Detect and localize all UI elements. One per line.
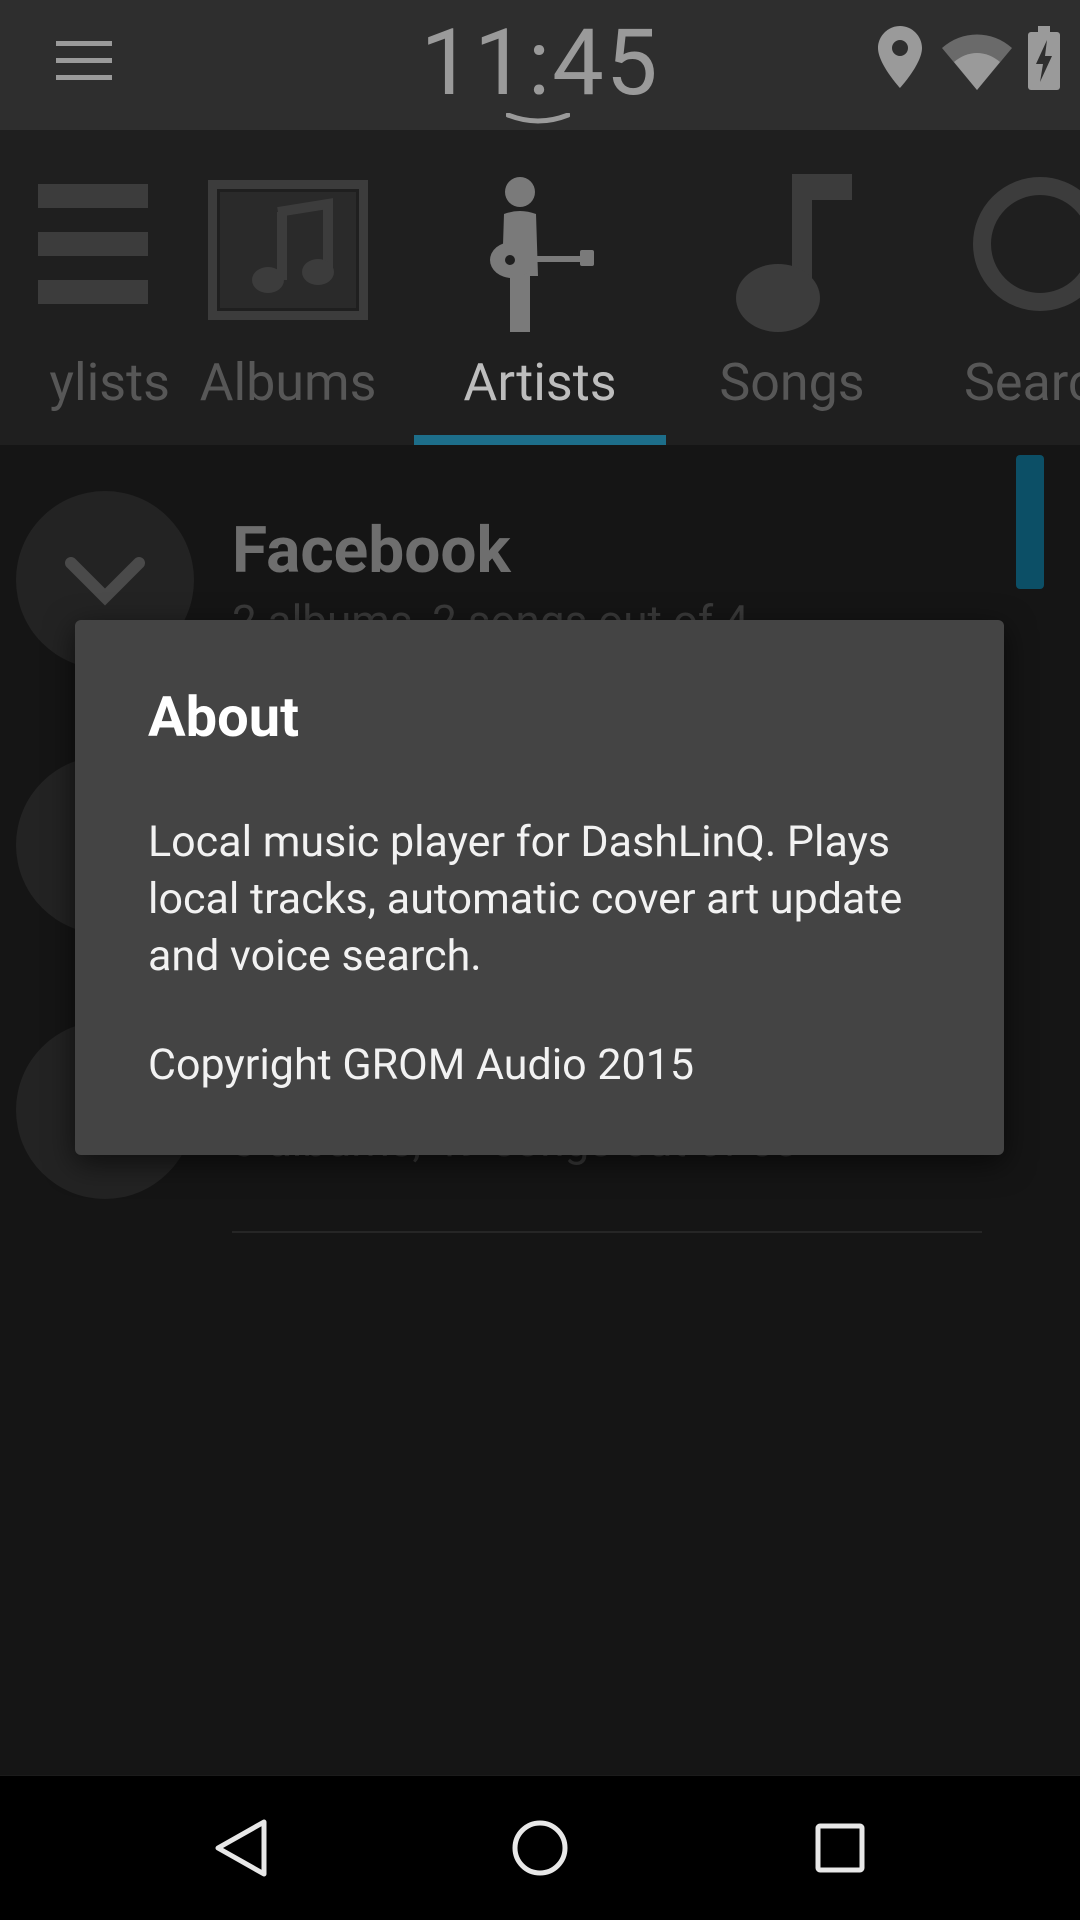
home-icon (512, 1820, 568, 1876)
tab-playlists[interactable]: ylists (0, 130, 170, 445)
navigation-bar (0, 1776, 1080, 1920)
tab-label: ylists (49, 352, 170, 413)
home-button[interactable] (450, 1776, 630, 1920)
active-tab-indicator (414, 435, 666, 445)
location-icon (878, 26, 922, 88)
category-tabs: ylists Albums Artists Songs Sear (0, 130, 1080, 445)
artist-guitar-icon (490, 177, 594, 332)
status-bar: 11:45 (0, 0, 1080, 130)
battery-charging-icon (1028, 26, 1060, 90)
tab-songs[interactable]: Songs (692, 130, 892, 445)
back-button[interactable] (150, 1776, 330, 1920)
tab-search[interactable]: Searc (940, 130, 1080, 445)
dialog-body: Local music player for DashLinQ. Plays l… (148, 817, 903, 981)
tab-albums[interactable]: Albums (188, 130, 388, 445)
tab-artists[interactable]: Artists (414, 130, 666, 445)
about-dialog: About Local music player for DashLinQ. P… (75, 620, 1004, 1155)
recents-button[interactable] (750, 1776, 930, 1920)
search-icon (973, 177, 1080, 311)
tab-label: Songs (719, 352, 865, 413)
scrollbar[interactable] (1016, 455, 1044, 589)
playlist-icon (38, 184, 148, 304)
music-note-icon (736, 174, 852, 332)
chevron-down-icon[interactable] (506, 113, 570, 127)
back-icon (215, 1819, 267, 1877)
wifi-icon (942, 34, 1012, 90)
recents-icon (815, 1823, 865, 1873)
album-icon (208, 180, 368, 320)
tab-label: Searc (964, 352, 1080, 413)
tab-label: Artists (463, 352, 617, 413)
dialog-title: About (148, 684, 300, 750)
dialog-copyright: Copyright GROM Audio 2015 (148, 1040, 695, 1090)
divider (232, 1231, 982, 1233)
artist-name: Facebook (232, 513, 511, 588)
tab-label: Albums (199, 352, 377, 413)
